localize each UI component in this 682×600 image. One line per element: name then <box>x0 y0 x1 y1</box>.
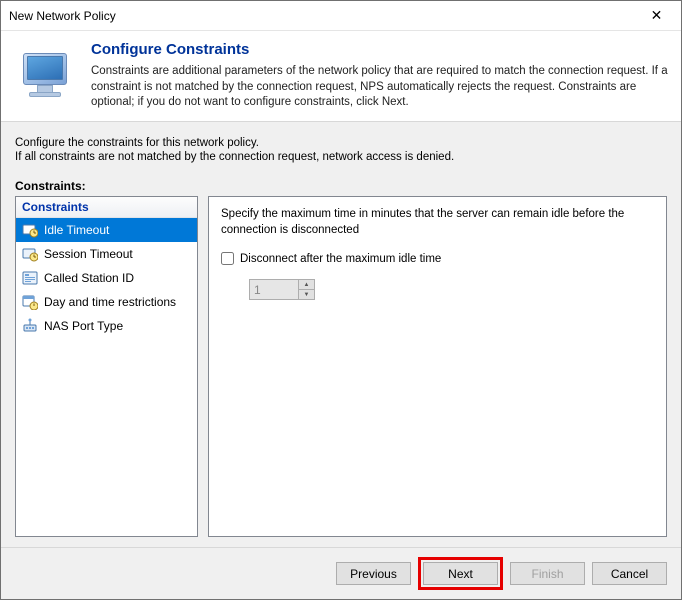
dialog-window: New Network Policy ✕ Configure Constrain… <box>0 0 682 600</box>
monitor-icon <box>17 47 77 107</box>
content-area: Configure the constraints for this netwo… <box>1 122 681 547</box>
list-item-label: Idle Timeout <box>44 223 109 237</box>
spinner-up-button[interactable]: ▲ <box>299 280 314 290</box>
idle-minutes-spinner[interactable]: ▲ ▼ <box>249 279 315 300</box>
disconnect-checkbox[interactable] <box>221 252 234 265</box>
constraints-list-header: Constraints <box>16 197 197 218</box>
cancel-button[interactable]: Cancel <box>592 562 667 585</box>
list-item-nas-port-type[interactable]: NAS Port Type <box>16 314 197 338</box>
main-panels: Constraints Idle Timeout <box>15 196 667 537</box>
intro-line-2: If all constraints are not matched by th… <box>15 150 667 165</box>
calendar-clock-icon <box>22 294 38 310</box>
list-item-called-station-id[interactable]: Called Station ID <box>16 266 197 290</box>
spinner-down-button[interactable]: ▼ <box>299 290 314 299</box>
previous-button[interactable]: Previous <box>336 562 411 585</box>
station-id-icon <box>22 270 38 286</box>
next-button[interactable]: Next <box>423 562 498 585</box>
page-title: Configure Constraints <box>91 41 671 58</box>
constraints-heading: Constraints: <box>15 179 667 193</box>
constraint-settings-panel: Specify the maximum time in minutes that… <box>208 196 667 537</box>
setting-description: Specify the maximum time in minutes that… <box>221 207 654 238</box>
clock-session-icon <box>22 246 38 262</box>
idle-minutes-input[interactable] <box>250 280 298 299</box>
constraints-list: Idle Timeout Session Timeout <box>16 218 197 536</box>
header-text: Configure Constraints Constraints are ad… <box>91 41 671 111</box>
wizard-header: Configure Constraints Constraints are ad… <box>1 31 681 122</box>
titlebar: New Network Policy ✕ <box>1 1 681 31</box>
intro-line-1: Configure the constraints for this netwo… <box>15 136 667 151</box>
spinner-buttons: ▲ ▼ <box>298 280 314 299</box>
close-button[interactable]: ✕ <box>634 2 679 30</box>
next-button-highlight: Next <box>418 557 503 590</box>
list-item-session-timeout[interactable]: Session Timeout <box>16 242 197 266</box>
list-item-idle-timeout[interactable]: Idle Timeout <box>16 218 197 242</box>
disconnect-checkbox-row[interactable]: Disconnect after the maximum idle time <box>221 252 654 265</box>
list-item-day-time-restrictions[interactable]: Day and time restrictions <box>16 290 197 314</box>
finish-button: Finish <box>510 562 585 585</box>
window-title: New Network Policy <box>9 9 634 23</box>
wizard-button-bar: Previous Next Finish Cancel <box>1 547 681 599</box>
constraints-list-panel: Constraints Idle Timeout <box>15 196 198 537</box>
list-item-label: Day and time restrictions <box>44 295 176 309</box>
page-description: Constraints are additional parameters of… <box>91 64 671 111</box>
disconnect-checkbox-label: Disconnect after the maximum idle time <box>240 253 441 265</box>
clock-idle-icon <box>22 222 38 238</box>
list-item-label: Called Station ID <box>44 271 134 285</box>
list-item-label: Session Timeout <box>44 247 133 261</box>
nas-port-icon <box>22 318 38 334</box>
list-item-label: NAS Port Type <box>44 319 123 333</box>
